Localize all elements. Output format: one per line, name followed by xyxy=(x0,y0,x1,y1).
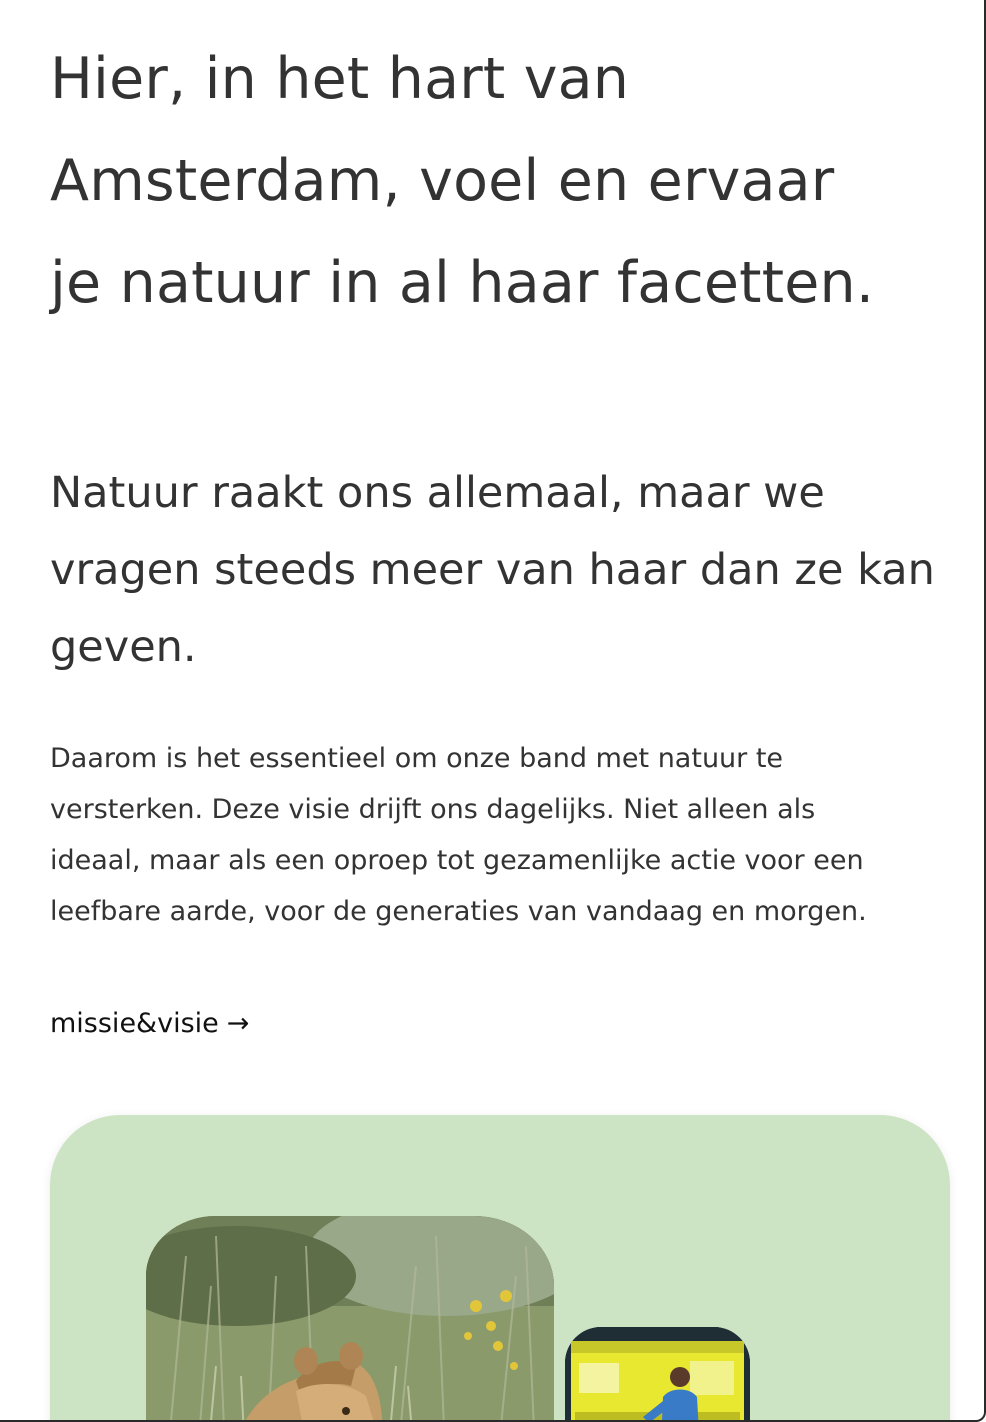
hero-title-line: je natuur in al haar facetten. xyxy=(50,250,875,316)
intro-subtitle-line: Natuur raakt ons allemaal, maar we xyxy=(50,468,825,518)
mission-vision-link-label: missie&visie xyxy=(50,1008,219,1039)
page: Hier, in het hart van Amsterdam, voel en… xyxy=(0,0,986,1422)
hero-title: Hier, in het hart van Amsterdam, voel en… xyxy=(50,28,940,334)
intro-body-line: Daarom is het essentieel om onze band me… xyxy=(50,743,784,774)
hero-title-line: Amsterdam, voel en ervaar xyxy=(50,148,835,214)
lab-photo-graphic xyxy=(565,1327,750,1420)
hero-title-line: Hier, in het hart van xyxy=(50,46,630,112)
intro-body-line: versterken. Deze visie drijft ons dageli… xyxy=(50,794,816,825)
arrow-right-icon: → xyxy=(226,1008,250,1039)
intro-subtitle-line: vragen steeds meer van haar dan ze kan xyxy=(50,545,935,595)
lion-photo xyxy=(146,1216,554,1420)
intro-body: Daarom is het essentieel om onze band me… xyxy=(50,733,940,937)
lab-photo xyxy=(565,1327,750,1420)
intro-subtitle-line: geven. xyxy=(50,622,197,672)
intro-body-line: ideaal, maar als een oproep tot gezamenl… xyxy=(50,845,864,876)
feature-card xyxy=(50,1115,950,1420)
intro-subtitle: Natuur raakt ons allemaal, maar we vrage… xyxy=(50,455,940,686)
lion-photo-graphic xyxy=(146,1216,554,1420)
intro-body-line: leefbare aarde, voor de generaties van v… xyxy=(50,896,867,927)
mission-vision-link[interactable]: missie&visie → xyxy=(50,1004,249,1044)
